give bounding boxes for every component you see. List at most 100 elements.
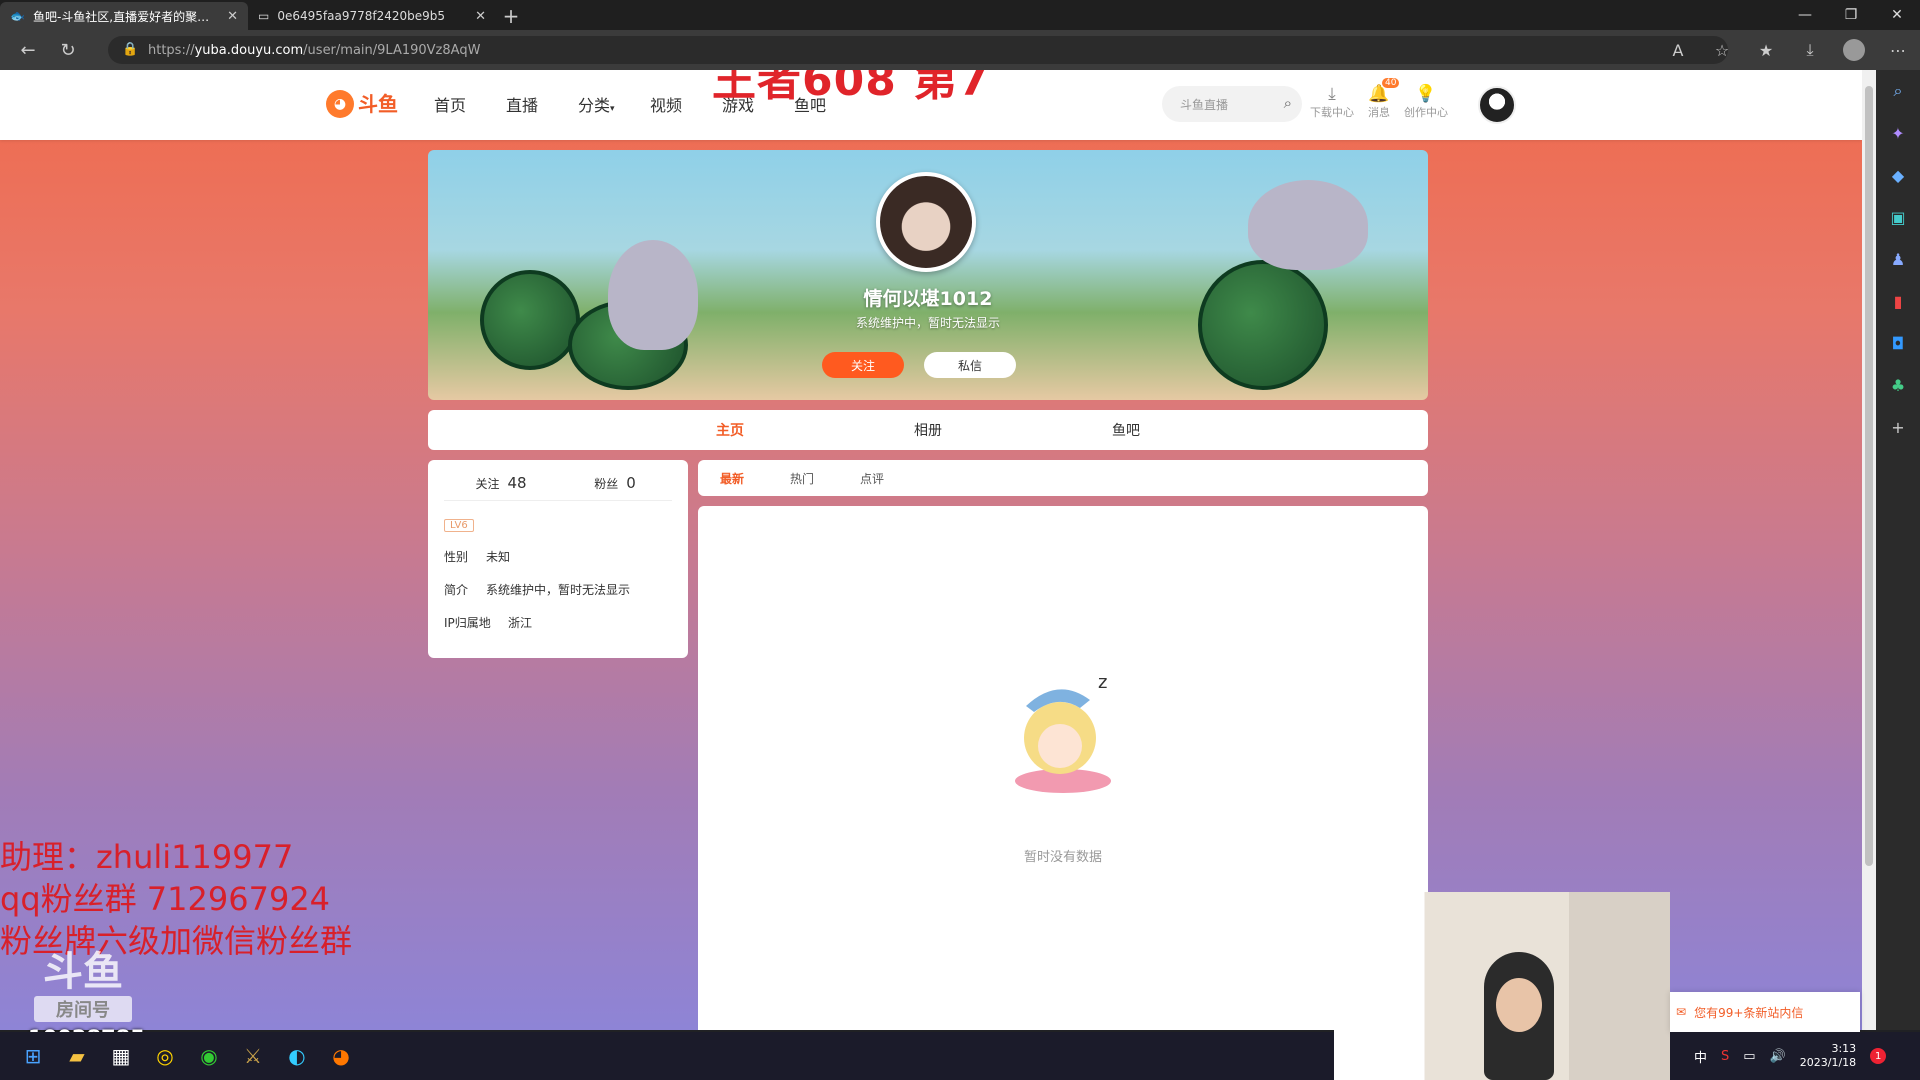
tab-album[interactable]: 相册 [829, 420, 1027, 440]
wechat-icon[interactable]: ◉ [194, 1041, 224, 1071]
browser-tab-yuba[interactable]: 🐟 鱼吧-斗鱼社区,直播爱好者的聚集地 ✕ [0, 2, 248, 30]
message-button[interactable]: 私信 [924, 352, 1016, 378]
nav-home[interactable]: 首页 [434, 92, 506, 116]
user-info-card: 关注 48 粉丝 0 LV6 性别 未知 简介 系统维护中，暂时无法显示 IP归属地 浙江 [428, 460, 688, 658]
favorite-add-icon[interactable]: ☆ [1700, 41, 1744, 60]
messages-label: 消息 [1368, 106, 1390, 119]
outlook-icon[interactable]: ◘ [1887, 332, 1909, 354]
download-center[interactable]: ⤓ 下载中心 [1310, 84, 1354, 120]
profile-banner: 情何以堪1012 系统维护中，暂时无法显示 关注 私信 [428, 150, 1428, 400]
tab-title: 0e6495faa9778f2420be9b5 [277, 9, 446, 23]
restore-button[interactable]: ❐ [1828, 0, 1874, 30]
scrollbar-thumb[interactable] [1865, 86, 1873, 866]
douyu-logo[interactable]: ◕ 斗鱼 [326, 86, 406, 122]
empty-state-text: 暂时没有数据 [1023, 850, 1102, 865]
tag-icon[interactable]: ◆ [1887, 164, 1909, 186]
info-key: 性别 [444, 550, 469, 564]
profile-username: 情何以堪1012 [863, 288, 993, 310]
volume-icon[interactable]: 🔊 [1770, 1049, 1786, 1064]
fish-logo-icon: ◕ [326, 90, 354, 118]
caret-down-icon: ▾ [610, 104, 615, 114]
follow-stats: 关注 48 粉丝 0 [444, 474, 672, 501]
user-avatar[interactable] [1478, 86, 1516, 124]
read-aloud-icon[interactable]: A [1656, 41, 1700, 60]
close-tab-icon[interactable]: ✕ [227, 9, 238, 24]
sparkle-icon[interactable]: ✦ [1887, 122, 1909, 144]
tree-icon[interactable]: ♣ [1887, 374, 1909, 396]
following-count: 48 [507, 474, 527, 492]
league-icon[interactable]: ⚔ [238, 1041, 268, 1071]
window-controls: — ❐ ✕ [1782, 0, 1920, 30]
network-icon[interactable]: ▭ [1743, 1049, 1755, 1064]
refresh-button[interactable]: ↻ [48, 30, 88, 70]
ime-indicator[interactable]: 中 [1694, 1047, 1707, 1066]
tab-title: 鱼吧-斗鱼社区,直播爱好者的聚集地 [32, 9, 220, 24]
file-icon: ▭ [258, 9, 270, 23]
room-logo: 斗鱼 [43, 949, 123, 995]
follow-button[interactable]: 关注 [822, 352, 904, 378]
subtab-review[interactable]: 点评 [860, 470, 884, 487]
toolbox-icon[interactable]: ▣ [1887, 206, 1909, 228]
nav-category[interactable]: 分类▾ [578, 92, 650, 116]
nav-live[interactable]: 直播 [506, 92, 578, 116]
address-bar-row: ← ↻ 🔒 https://yuba.douyu.com/user/main/9… [0, 30, 1920, 70]
search-icon[interactable]: ⌕ [1887, 80, 1909, 102]
site-search-input[interactable]: 斗鱼直播 ⌕ [1162, 86, 1302, 122]
notification-badge[interactable]: 1 [1870, 1048, 1887, 1064]
mail-icon: ✉ [1676, 1005, 1687, 1019]
windows-start-icon[interactable]: ⊞ [18, 1041, 48, 1071]
info-intro: 简介 系统维护中，暂时无法显示 [444, 581, 672, 598]
info-value: 浙江 [508, 616, 533, 630]
site-message-toast[interactable]: ✉ 您有99+条新站内信 [1670, 992, 1860, 1032]
streamer-face [1496, 978, 1542, 1032]
add-icon[interactable]: + [1887, 416, 1909, 438]
close-tab-icon[interactable]: ✕ [475, 9, 486, 24]
subtab-latest[interactable]: 最新 [720, 470, 744, 487]
edge-sidebar: ⌕ ✦ ◆ ▣ ♟ ▮ ◘ ♣ + [1876, 70, 1920, 1030]
clock[interactable]: 3:13 2023/1/18 [1800, 1042, 1856, 1070]
back-button[interactable]: ← [8, 30, 48, 70]
file-explorer-icon[interactable]: ▰ [62, 1041, 92, 1071]
nav-category-label: 分类 [578, 96, 611, 115]
search-icon[interactable]: ⌕ [1284, 94, 1292, 112]
douyu-app-icon[interactable]: ◕ [326, 1041, 356, 1071]
fans-stat[interactable]: 粉丝 0 [558, 474, 672, 492]
messages[interactable]: 🔔 40 消息 [1368, 78, 1400, 120]
info-gender: 性别 未知 [444, 548, 672, 565]
more-icon[interactable]: ⋯ [1876, 41, 1920, 60]
games-icon[interactable]: ♟ [1887, 248, 1909, 270]
downloads-icon[interactable]: ⤓ [1788, 40, 1832, 60]
following-stat[interactable]: 关注 48 [444, 474, 558, 492]
fans-label: 粉丝 [594, 477, 619, 491]
profile-avatar[interactable] [876, 172, 976, 272]
browser-tab-file[interactable]: ▭ 0e6495faa9778f2420be9b5 ✕ [248, 2, 496, 30]
url-prefix: https:// [148, 42, 195, 58]
stream-overlay-title: 王者608 第7 [712, 70, 990, 106]
store-icon[interactable]: ▦ [106, 1041, 136, 1071]
tab-home[interactable]: 主页 [631, 420, 829, 440]
svg-text:z: z [1098, 672, 1107, 693]
new-tab-button[interactable]: + [496, 2, 526, 30]
app-ring-icon[interactable]: ◎ [150, 1041, 180, 1071]
edge-icon[interactable]: ◐ [282, 1041, 312, 1071]
favicon-icon: 🐟 [10, 9, 25, 23]
url-path: /user/main/9LA190Vz8AqW [303, 42, 481, 58]
message-badge: 40 [1382, 78, 1400, 88]
overlay-qq-group: qq粉丝群 712967924 [0, 880, 331, 918]
url-field[interactable]: 🔒 https://yuba.douyu.com/user/main/9LA19… [108, 36, 1728, 64]
sogou-icon[interactable]: S [1721, 1049, 1729, 1064]
office-icon[interactable]: ▮ [1887, 290, 1909, 312]
profile-icon[interactable] [1832, 39, 1876, 61]
subtab-hot[interactable]: 热门 [790, 470, 814, 487]
creator-center[interactable]: 💡 创作中心 [1404, 84, 1448, 120]
profile-bio: 系统维护中，暂时无法显示 [855, 316, 1000, 330]
close-window-button[interactable]: ✕ [1874, 0, 1920, 30]
page-scrollbar[interactable] [1862, 70, 1876, 1030]
search-placeholder: 斗鱼直播 [1180, 97, 1229, 112]
tab-yuba[interactable]: 鱼吧 [1027, 420, 1225, 440]
minimize-button[interactable]: — [1782, 0, 1828, 30]
windows-taskbar: ⊞ ▰ ▦ ◎ ◉ ⚔ ◐ ◕ [0, 1032, 1334, 1080]
favorites-icon[interactable]: ★ [1744, 41, 1788, 60]
feed-subtabs: 最新 热门 点评 [698, 460, 1428, 496]
download-center-label: 下载中心 [1310, 106, 1354, 119]
